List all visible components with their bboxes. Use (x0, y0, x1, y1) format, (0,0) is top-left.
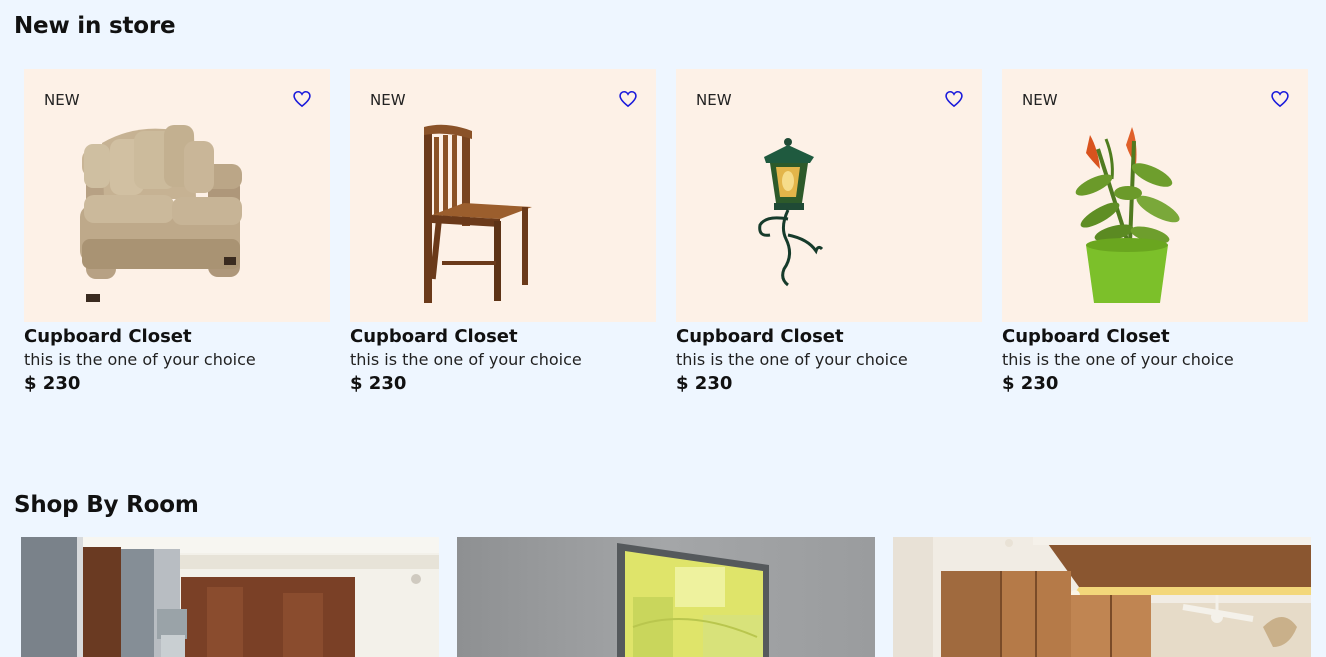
product-name[interactable]: Cupboard Closet (1002, 325, 1308, 349)
product-price: $ 230 (24, 373, 81, 394)
product-media[interactable]: NEW (350, 69, 656, 322)
product-price: $ 230 (1002, 373, 1059, 394)
product-name[interactable]: Cupboard Closet (350, 325, 656, 349)
product-media[interactable]: NEW (24, 69, 330, 322)
room-tile-kitchen[interactable] (21, 537, 439, 657)
wall-art-room-image (457, 537, 875, 657)
product-description: this is the one of your choice (350, 350, 582, 369)
potted-plant-image (1075, 127, 1180, 303)
product-card[interactable]: NEW Cupboard Closet this is the one of y… (350, 69, 656, 397)
product-description: this is the one of your choice (24, 350, 256, 369)
room-tile-bedroom[interactable] (893, 537, 1311, 657)
product-price: $ 230 (350, 373, 407, 394)
product-media[interactable]: NEW (676, 69, 982, 322)
product-media[interactable]: NEW (1002, 69, 1308, 322)
product-description: this is the one of your choice (1002, 350, 1234, 369)
room-tile-living-room[interactable] (457, 537, 875, 657)
product-card[interactable]: NEW Cupboard Closet this is the one of y… (676, 69, 982, 397)
product-card[interactable]: NEW Cupboard Closet this is the one of y… (24, 69, 330, 397)
section-title-new-in-store: New in store (14, 13, 176, 39)
product-name[interactable]: Cupboard Closet (24, 325, 330, 349)
product-price: $ 230 (676, 373, 733, 394)
wardrobe-room-image (893, 537, 1311, 657)
lantern-image (758, 138, 824, 287)
section-title-shop-by-room: Shop By Room (14, 492, 199, 518)
kitchen-room-image (21, 537, 439, 657)
room-grid (21, 537, 1311, 657)
product-description: this is the one of your choice (676, 350, 908, 369)
product-card[interactable]: NEW Cupboard Closet this is the one of y (1002, 69, 1308, 397)
sofa-image (80, 125, 242, 302)
product-name[interactable]: Cupboard Closet (676, 325, 982, 349)
chair-image (424, 124, 532, 303)
product-grid: NEW Cupboard Closet this is the one of y… (24, 69, 1308, 397)
